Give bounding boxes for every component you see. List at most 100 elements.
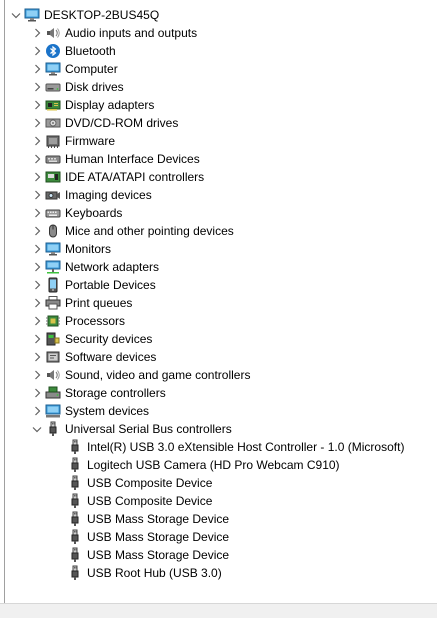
- hid-icon: [45, 155, 61, 164]
- chevron-right-icon[interactable]: [29, 24, 45, 42]
- network-adapter-icon: [45, 260, 61, 274]
- tree-category[interactable]: Firmware: [29, 132, 115, 150]
- chevron-right-icon[interactable]: [29, 114, 45, 132]
- tree-device[interactable]: Logitech USB Camera (HD Pro Webcam C910): [51, 456, 340, 474]
- tree-category[interactable]: Display adapters: [29, 96, 154, 114]
- chevron-right-icon[interactable]: [29, 348, 45, 366]
- chevron-right-icon[interactable]: [30, 80, 44, 94]
- chevron-right-icon[interactable]: [30, 62, 44, 76]
- chevron-right-icon[interactable]: [30, 386, 44, 400]
- tree-category[interactable]: Bluetooth: [29, 42, 116, 60]
- tree-category[interactable]: Monitors: [29, 240, 111, 258]
- tree-category-label: Software devices: [65, 350, 157, 364]
- chevron-right-icon[interactable]: [30, 296, 44, 310]
- tree-device-label: Logitech USB Camera (HD Pro Webcam C910): [87, 458, 340, 472]
- tree-category-label: Firmware: [65, 134, 115, 148]
- chevron-right-icon[interactable]: [29, 402, 45, 420]
- tree-category[interactable]: Sound, video and game controllers: [29, 366, 250, 384]
- chevron-right-icon[interactable]: [29, 276, 45, 294]
- tree-category[interactable]: Network adapters: [29, 258, 159, 276]
- chevron-right-icon[interactable]: [30, 350, 44, 364]
- chevron-right-icon[interactable]: [29, 294, 45, 312]
- chevron-right-icon[interactable]: [30, 152, 44, 166]
- chevron-right-icon[interactable]: [30, 206, 44, 220]
- chevron-right-icon[interactable]: [29, 78, 45, 96]
- chevron-right-icon[interactable]: [29, 96, 45, 114]
- tree-category[interactable]: Computer: [29, 60, 118, 78]
- tree-category-label: Universal Serial Bus controllers: [65, 422, 232, 436]
- tree-category[interactable]: IDE ATA/ATAPI controllers: [29, 168, 204, 186]
- chevron-right-icon[interactable]: [29, 132, 45, 150]
- chevron-right-icon[interactable]: [29, 150, 45, 168]
- tree-device[interactable]: Intel(R) USB 3.0 eXtensible Host Control…: [51, 438, 404, 456]
- tree-category[interactable]: Human Interface Devices: [29, 150, 200, 168]
- chevron-down-icon[interactable]: [29, 420, 45, 438]
- chevron-right-icon[interactable]: [30, 242, 44, 256]
- chevron-down-icon[interactable]: [8, 6, 24, 24]
- keyboard-icon: [45, 209, 61, 218]
- tree-device-label: USB Mass Storage Device: [87, 530, 230, 544]
- tree-device[interactable]: USB Mass Storage Device: [51, 528, 229, 546]
- chevron-right-icon[interactable]: [30, 260, 44, 274]
- chevron-down-icon[interactable]: [30, 422, 44, 436]
- tree-category-label: Processors: [65, 314, 126, 328]
- tree-device[interactable]: USB Mass Storage Device: [51, 510, 229, 528]
- tree-category[interactable]: Print queues: [29, 294, 132, 312]
- tree-category[interactable]: Portable Devices: [29, 276, 156, 294]
- tree-category[interactable]: Imaging devices: [29, 186, 152, 204]
- chevron-right-icon[interactable]: [29, 204, 45, 222]
- chevron-right-icon[interactable]: [29, 258, 45, 276]
- firmware-icon: [46, 135, 60, 148]
- tree-category[interactable]: Audio inputs and outputs: [29, 24, 197, 42]
- chevron-right-icon[interactable]: [30, 116, 44, 130]
- chevron-right-icon[interactable]: [30, 170, 44, 184]
- chevron-right-icon[interactable]: [29, 384, 45, 402]
- chevron-right-icon[interactable]: [30, 368, 44, 382]
- chevron-down-icon[interactable]: [9, 8, 23, 22]
- tree-category[interactable]: Software devices: [29, 348, 156, 366]
- tree-category[interactable]: Universal Serial Bus controllers: [29, 420, 232, 438]
- tree-category[interactable]: Mice and other pointing devices: [29, 222, 234, 240]
- chevron-right-icon[interactable]: [29, 240, 45, 258]
- tree-device[interactable]: USB Composite Device: [51, 492, 212, 510]
- chevron-right-icon[interactable]: [29, 312, 45, 330]
- usb-plug-icon: [71, 565, 79, 580]
- tree-root[interactable]: DESKTOP-2BUS45Q: [8, 6, 159, 24]
- tree-category[interactable]: Disk drives: [29, 78, 124, 96]
- chevron-right-icon[interactable]: [30, 314, 44, 328]
- chevron-right-icon[interactable]: [30, 134, 44, 148]
- tree-device[interactable]: USB Root Hub (USB 3.0): [51, 564, 222, 582]
- tree-category[interactable]: Keyboards: [29, 204, 122, 222]
- portable-device-icon: [48, 277, 58, 293]
- chevron-right-icon[interactable]: [30, 44, 44, 58]
- disk-drive-icon: [45, 83, 61, 92]
- device-tree[interactable]: DESKTOP-2BUS45Q Audio inputs and outputs B…: [4, 0, 437, 603]
- chevron-right-icon[interactable]: [29, 168, 45, 186]
- tree-device[interactable]: USB Composite Device: [51, 474, 212, 492]
- tree-category[interactable]: DVD/CD-ROM drives: [29, 114, 178, 132]
- usb-plug-icon: [71, 547, 79, 562]
- speaker-icon: [47, 370, 60, 380]
- storage-controller-icon: [45, 386, 61, 399]
- chevron-right-icon[interactable]: [30, 98, 44, 112]
- chevron-right-icon[interactable]: [29, 330, 45, 348]
- tree-category-label: System devices: [65, 404, 150, 418]
- chevron-right-icon[interactable]: [30, 188, 44, 202]
- chevron-right-icon[interactable]: [29, 42, 45, 60]
- tree-category[interactable]: Storage controllers: [29, 384, 166, 402]
- tree-category[interactable]: System devices: [29, 402, 149, 420]
- tree-device[interactable]: USB Mass Storage Device: [51, 546, 229, 564]
- chevron-right-icon[interactable]: [29, 366, 45, 384]
- chevron-right-icon[interactable]: [30, 26, 44, 40]
- chevron-right-icon[interactable]: [30, 224, 44, 238]
- chevron-right-icon[interactable]: [30, 278, 44, 292]
- chevron-right-icon[interactable]: [30, 404, 44, 418]
- chevron-right-icon[interactable]: [29, 186, 45, 204]
- tree-category[interactable]: Processors: [29, 312, 125, 330]
- chevron-right-icon[interactable]: [29, 222, 45, 240]
- chevron-right-icon[interactable]: [30, 332, 44, 346]
- tree-category[interactable]: Security devices: [29, 330, 152, 348]
- chevron-right-icon[interactable]: [29, 60, 45, 78]
- software-device-icon: [46, 351, 60, 363]
